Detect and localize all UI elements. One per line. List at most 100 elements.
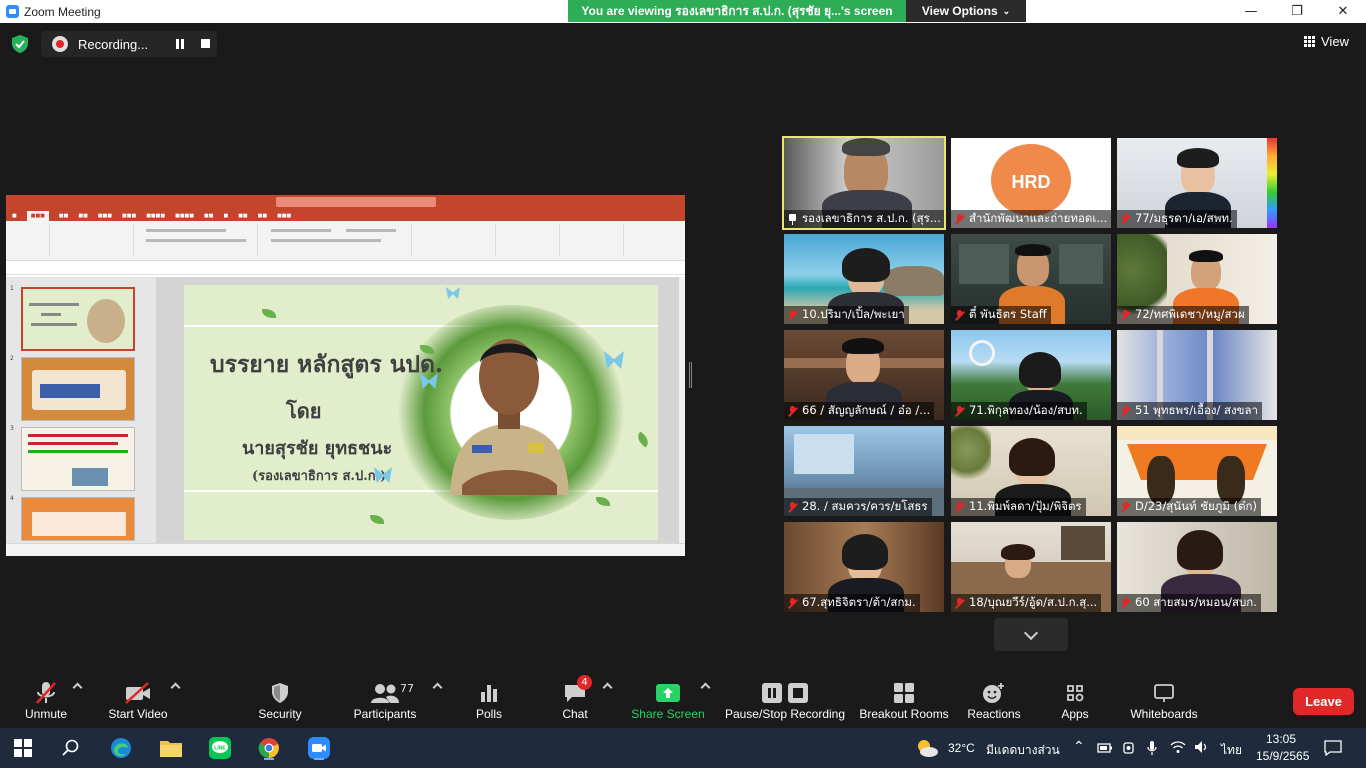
mic-muted-icon [1121,405,1130,417]
viewing-banner: You are viewing รองเลขาธิการ ส.ป.ก. (สุร… [568,0,906,22]
slide-thumb [21,287,135,351]
video-tile[interactable]: 51 พุทธพร/เอื้อง/ สงขลา [1117,330,1277,420]
pin-icon [788,213,797,225]
mic-muted-icon [955,309,964,321]
thumb-number: 3 [10,425,14,432]
weather-description[interactable]: มีแดดบางส่วน [986,741,1060,760]
video-tile[interactable]: 28. / สมควร/ควร/ยโสธร [784,426,944,516]
polls-icon [481,685,497,702]
chrome-browser-icon[interactable] [256,736,282,760]
view-options-button[interactable]: View Options ⌄ [906,0,1026,22]
participant-name-tag: 67.สุทธิจิตรา/ต้า/สกม. [784,594,920,612]
share-screen-icon [656,684,680,702]
notification-center-icon[interactable] [1324,740,1342,756]
chat-button[interactable]: 4 Chat [558,672,592,728]
chevron-up-icon[interactable] [170,682,181,693]
security-button[interactable]: Security [254,672,306,728]
thumb-number: 2 [10,355,14,362]
video-tile[interactable]: 18/บุณยวีร์/อู้ด/ส.ป.ก.สุ... [951,522,1111,612]
recording-label: Recording... [78,36,149,52]
video-off-icon [125,682,150,704]
view-options-label: View Options [921,4,998,18]
slide-presenter-position: (รองเลขาธิการ ส.ป.ก.) [252,469,387,484]
security-label: Security [258,707,302,721]
slide-thumb [21,357,135,421]
whiteboards-button[interactable]: Whiteboards [1126,672,1202,728]
video-tile[interactable]: 72/ทศพิเดชา/หมู/สวผ [1117,234,1277,324]
svg-text:LINE: LINE [214,746,226,752]
video-tile[interactable]: 71.พิกุลทอง/น้อง/สบท. [951,330,1111,420]
start-video-button[interactable]: Start Video [104,672,172,728]
mic-muted-icon [955,405,964,417]
shared-screen[interactable]: ■ ■■■ ■■ ■■ ■■■ ■■■ ■■■■ ■■■■ ■■ ■ ■■ ■■ ■■■ 1 [6,195,685,556]
thumb-number: 4 [10,495,14,502]
participants-icon [371,684,399,703]
line-app-icon[interactable]: LINE [207,736,233,760]
wifi-icon[interactable] [1170,740,1186,754]
weather-sun-cloud-icon[interactable] [914,738,940,758]
search-icon[interactable] [58,736,84,760]
unmute-button[interactable]: Unmute [14,672,78,728]
zoom-app-icon[interactable] [306,736,332,760]
video-tile[interactable]: 10.ปริมา/เปิ้ล/พะเยา [784,234,944,324]
chevron-up-icon[interactable] [602,682,613,693]
video-tile[interactable]: D/23/สุนันท์ ชัยภูมิ (ต๋ก) [1117,426,1277,516]
leave-button[interactable]: Leave [1293,688,1354,715]
pause-recording-icon[interactable] [175,39,185,49]
powerpoint-ribbon-tabs: ■ ■■■ ■■ ■■ ■■■ ■■■ ■■■■ ■■■■ ■■ ■ ■■ ■■ ■■■ [6,209,685,221]
mic-muted-icon [788,309,797,321]
maximize-button[interactable]: ❐ [1274,0,1320,23]
chevron-up-icon[interactable] [432,682,443,693]
video-tile[interactable]: 60 สายสมร/หมอน/สบก. [1117,522,1277,612]
recording-indicator: Recording... [41,31,217,57]
camera-icon[interactable] [1122,741,1136,755]
clock-date[interactable]: 15/9/2565 [1256,749,1309,763]
input-language[interactable]: ไทย [1221,741,1242,760]
video-tile[interactable]: 67.สุทธิจิตรา/ต้า/สกม. [784,522,944,612]
clock-time[interactable]: 13:05 [1266,732,1296,746]
gallery-next-page-button[interactable] [994,618,1068,651]
apps-button[interactable]: Apps [1056,672,1094,728]
video-tile[interactable]: 66 / สัญญลักษณ์ / อ๋อ /... [784,330,944,420]
chevron-down-icon: ⌄ [1002,5,1011,16]
video-tile[interactable]: รองเลขาธิการ ส.ป.ก. (สุร... [782,136,946,230]
powerpoint-search-box [276,197,436,207]
powerpoint-quick-access [6,261,685,275]
mic-muted-icon [788,501,797,513]
stop-recording-icon[interactable] [201,39,210,48]
chat-unread-badge: 4 [577,675,592,690]
edge-browser-icon[interactable] [108,736,134,760]
windows-start-icon[interactable] [10,736,36,760]
video-tile[interactable]: HRD สำนักพัฒนาและถ่ายทอดเ... [951,138,1111,228]
video-tile[interactable]: 77/มธุรดา/เอ/สพท. [1117,138,1277,228]
powerpoint-status-bar [6,543,685,556]
apps-icon [1067,685,1084,702]
share-screen-button[interactable]: Share Screen [630,672,706,728]
unmute-label: Unmute [24,707,68,721]
chevron-up-icon[interactable]: ⌃ [1073,738,1085,755]
slide-scrollbar[interactable] [679,277,685,543]
view-button[interactable]: View [1304,34,1349,49]
meeting-toolbar: Unmute Start Video Security 77 Participa… [0,672,1366,728]
volume-icon[interactable] [1194,740,1210,754]
breakout-rooms-icon [894,683,914,703]
close-button[interactable]: ✕ [1320,0,1366,23]
breakout-rooms-button[interactable]: Breakout Rooms [858,672,950,728]
reactions-button[interactable]: Reactions [966,672,1022,728]
weather-temperature[interactable]: 32°C [948,741,975,755]
video-tile[interactable]: ตี๋ พันธิตร Staff [951,234,1111,324]
battery-icon[interactable] [1097,742,1113,754]
participants-button[interactable]: 77 Participants [352,672,418,728]
zoom-window: Zoom Meeting — ❐ ✕ You are viewing รองเล… [0,0,1366,768]
participants-label: Participants [353,707,417,721]
microphone-icon[interactable] [1146,740,1158,756]
file-explorer-icon[interactable] [158,736,184,760]
polls-button[interactable]: Polls [470,672,508,728]
slide-canvas: บรรยาย หลักสูตร นปด. โดย นายสุรชัย ยุทธช… [156,277,685,543]
security-shield-icon[interactable] [10,34,30,54]
split-view-handle[interactable] [689,362,692,388]
video-tile[interactable]: 11.พิมพ์ลดา/ปุ้ม/พิจิตร [951,426,1111,516]
pause-stop-recording-button[interactable]: Pause/Stop Recording [722,672,848,728]
minimize-button[interactable]: — [1228,0,1274,23]
participant-name-tag: สำนักพัฒนาและถ่ายทอดเ... [951,210,1111,228]
